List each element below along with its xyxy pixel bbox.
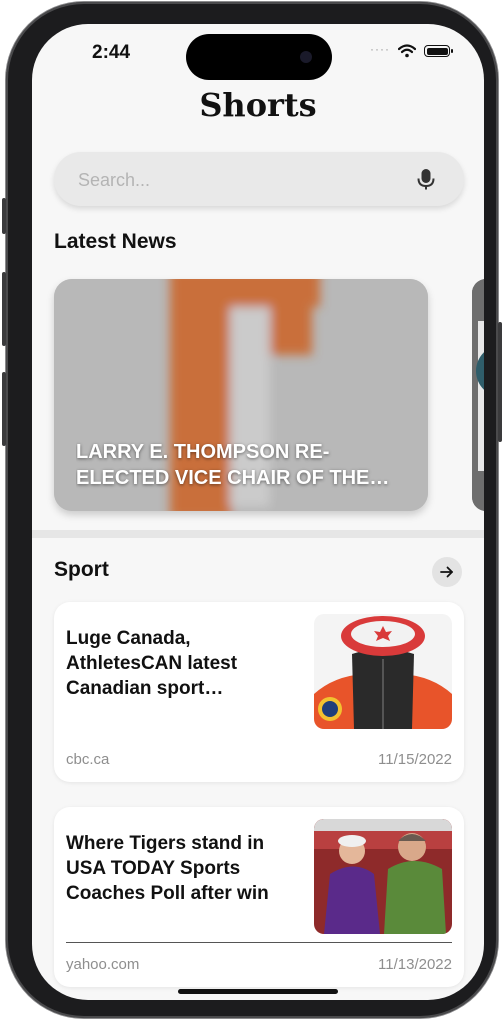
news-headline: LARRY E. THOMPSON RE-ELECTED VICE CHAIR … [76,441,370,489]
action-button [2,198,6,234]
section-divider [32,530,484,538]
news-card-next[interactable] [472,279,484,511]
camera-icon [300,51,312,63]
app-title: Shorts [199,86,317,124]
news-card[interactable]: LARRY E. THOMPSON RE-ELECTED VICE CHAIR … [54,279,428,511]
article-date: 11/13/2022 [378,956,452,973]
battery-icon [424,45,453,57]
dynamic-island [186,34,332,80]
phone-frame: 2:44 ···· Shorts Late [2,2,502,1018]
article-thumbnail [314,819,452,934]
news-card-next-image [472,279,484,511]
article-card[interactable]: Luge Canada, AthletesCAN latest Canadian… [54,602,464,782]
article-divider [66,942,452,943]
status-time: 2:44 [92,42,131,63]
article-title: Where Tigers stand in USA TODAY Sports C… [66,833,269,904]
luge-athlete-image [314,614,452,729]
home-indicator[interactable] [178,989,338,994]
power-button [498,322,502,442]
arrow-right-icon [440,566,453,578]
screen: 2:44 ···· Shorts Late [32,24,484,1000]
article-source: yahoo.com [66,956,140,973]
volume-up-button [2,272,6,346]
latest-news-heading: Latest News [54,230,177,253]
volume-down-button [2,372,6,446]
status-bar: 2:44 ···· [32,24,484,80]
status-icons: ···· [370,42,453,58]
search-bar[interactable] [54,152,464,208]
article-date: 11/15/2022 [378,751,452,768]
wifi-icon [398,44,416,58]
sport-heading: Sport [54,558,109,581]
search-input[interactable] [76,152,400,208]
article-title: Luge Canada, AthletesCAN latest Canadian… [66,628,238,699]
latest-news-carousel[interactable]: LARRY E. THOMPSON RE-ELECTED VICE CHAIR … [54,279,484,513]
article-card[interactable]: Where Tigers stand in USA TODAY Sports C… [54,807,464,987]
article-source: cbc.ca [66,751,110,768]
signal-icon: ···· [370,42,390,56]
sport-more-button[interactable] [432,557,462,587]
article-thumbnail [314,614,452,729]
coaches-image [314,819,452,934]
microphone-icon[interactable] [414,167,438,191]
